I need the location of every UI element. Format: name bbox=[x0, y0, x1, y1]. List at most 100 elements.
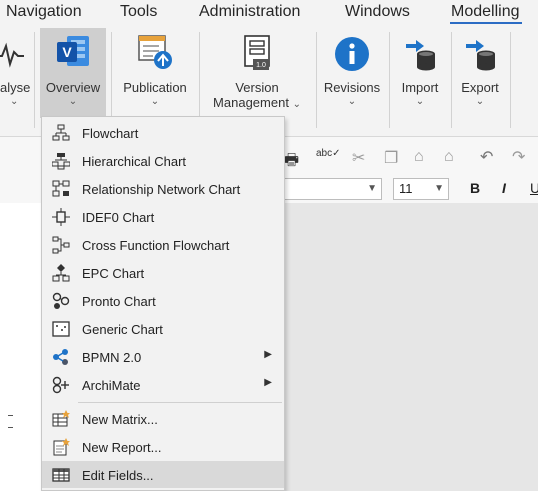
cut-icon[interactable]: ✂ bbox=[352, 148, 365, 168]
menu-tools[interactable]: Tools bbox=[120, 3, 157, 21]
italic-button[interactable]: I bbox=[502, 180, 506, 196]
archimate-icon bbox=[52, 376, 69, 394]
chevron-down-icon: ▼ bbox=[367, 183, 377, 194]
menu-separator bbox=[78, 402, 282, 403]
menu-item-label: Cross Function Flowchart bbox=[82, 238, 230, 253]
svg-text:1.0: 1.0 bbox=[256, 62, 266, 69]
ribbon-separator bbox=[451, 32, 452, 128]
menu-item-bpmn[interactable]: BPMN 2.0 ▶ bbox=[42, 343, 284, 370]
menu-item-new-matrix[interactable]: New Matrix... bbox=[42, 405, 284, 432]
overview-dropdown-menu: Flowchart Hierarchical Chart Relationshi… bbox=[41, 116, 285, 491]
menu-item-label: New Matrix... bbox=[82, 412, 158, 427]
revisions-label: Revisions bbox=[323, 80, 381, 95]
database-import-icon bbox=[406, 40, 435, 71]
font-size-select[interactable]: 11 ▼ bbox=[393, 178, 449, 200]
revisions-button[interactable]: Revisions ⌄ bbox=[320, 26, 384, 134]
chevron-down-icon: ⌄ bbox=[415, 96, 425, 107]
ribbon-separator bbox=[199, 32, 200, 128]
redo-icon[interactable]: ↷ bbox=[512, 147, 525, 167]
ribbon-separator bbox=[316, 32, 317, 128]
menu-item-label: BPMN 2.0 bbox=[82, 350, 142, 365]
menu-item-idef0-chart[interactable]: IDEF0 Chart bbox=[42, 203, 284, 230]
submenu-arrow-icon: ▶ bbox=[264, 377, 272, 388]
analyse-button[interactable]: alyse ⌄ bbox=[0, 26, 30, 134]
network-icon bbox=[52, 180, 70, 197]
ribbon-separator bbox=[34, 32, 35, 128]
version-label-line2: Management bbox=[213, 95, 289, 110]
menu-item-label: IDEF0 Chart bbox=[82, 210, 155, 225]
generic-chart-icon bbox=[52, 321, 70, 337]
menu-item-archimate[interactable]: ArchiMate ▶ bbox=[42, 371, 284, 398]
font-size-value: 11 bbox=[399, 181, 413, 196]
hierarchy-icon bbox=[52, 153, 70, 170]
matrix-icon bbox=[52, 410, 70, 427]
bold-button[interactable]: B bbox=[470, 180, 480, 196]
flowchart-icon bbox=[52, 124, 70, 141]
menu-item-label: EPC Chart bbox=[82, 266, 145, 281]
menu-item-label: Relationship Network Chart bbox=[82, 182, 241, 197]
chevron-down-icon: ⌄ bbox=[475, 96, 485, 107]
menu-item-generic-chart[interactable]: Generic Chart bbox=[42, 315, 284, 342]
paste-special-icon[interactable]: ⌂ bbox=[444, 148, 454, 166]
chevron-down-icon: ⌄ bbox=[10, 96, 19, 107]
menu-item-label: New Report... bbox=[82, 440, 162, 455]
table-icon bbox=[52, 468, 70, 482]
menu-item-label: Generic Chart bbox=[82, 322, 163, 337]
pronto-icon bbox=[52, 292, 70, 309]
svg-text:V: V bbox=[62, 44, 72, 60]
menu-item-new-report[interactable]: New Report... bbox=[42, 433, 284, 460]
report-icon bbox=[53, 438, 70, 456]
menu-modelling[interactable]: Modelling bbox=[451, 3, 519, 21]
chevron-down-icon: ▼ bbox=[434, 183, 444, 194]
menu-item-epc-chart[interactable]: EPC Chart bbox=[42, 259, 284, 286]
menu-item-pronto-chart[interactable]: Pronto Chart bbox=[42, 287, 284, 314]
font-family-select[interactable]: ▼ bbox=[283, 178, 382, 200]
menu-windows[interactable]: Windows bbox=[345, 3, 410, 21]
menu-item-flowchart[interactable]: Flowchart bbox=[42, 119, 284, 146]
paste-icon[interactable]: ⌂ bbox=[414, 148, 424, 166]
menu-item-label: Edit Fields... bbox=[82, 468, 154, 483]
ribbon-separator bbox=[510, 32, 511, 128]
menu-item-label: Hierarchical Chart bbox=[82, 154, 187, 169]
overview-label: Overview bbox=[45, 80, 101, 95]
export-button[interactable]: Export ⌄ bbox=[455, 26, 505, 134]
version-icon: 1.0 bbox=[244, 35, 270, 70]
print-icon[interactable]: 🖶 bbox=[284, 149, 299, 176]
chevron-down-icon: ⌄ bbox=[347, 96, 357, 107]
copy-icon[interactable]: ❐ bbox=[384, 148, 398, 168]
menu-administration[interactable]: Administration bbox=[199, 3, 300, 21]
export-label: Export bbox=[461, 80, 499, 95]
import-button[interactable]: Import ⌄ bbox=[393, 26, 447, 134]
chevron-down-icon: ⌄ bbox=[68, 96, 78, 107]
ribbon-separator bbox=[389, 32, 390, 128]
submenu-arrow-icon: ▶ bbox=[264, 349, 272, 360]
menu-item-cross-function-flowchart[interactable]: Cross Function Flowchart bbox=[42, 231, 284, 258]
menu-item-label: Flowchart bbox=[82, 126, 139, 141]
cross-function-icon bbox=[52, 236, 70, 254]
publication-icon bbox=[138, 35, 172, 69]
database-export-icon bbox=[466, 40, 495, 71]
idef0-icon bbox=[52, 208, 70, 226]
epc-icon bbox=[52, 264, 70, 282]
active-tab-indicator bbox=[450, 22, 522, 24]
analyse-label: alyse bbox=[0, 80, 31, 95]
version-label-line1: Version bbox=[235, 80, 279, 95]
spellcheck-icon[interactable]: abc✓ bbox=[316, 148, 341, 159]
ribbon-separator bbox=[111, 32, 112, 128]
tree-line bbox=[8, 427, 13, 428]
menu-item-hierarchical-chart[interactable]: Hierarchical Chart bbox=[42, 147, 284, 174]
menu-item-label: Pronto Chart bbox=[82, 294, 156, 309]
menu-item-relationship-network-chart[interactable]: Relationship Network Chart bbox=[42, 175, 284, 202]
visio-icon: V bbox=[57, 36, 89, 66]
pulse-icon bbox=[0, 42, 24, 68]
underline-button[interactable]: U bbox=[530, 180, 538, 196]
bpmn-icon bbox=[53, 349, 68, 365]
chevron-down-icon: ⌄ bbox=[292, 99, 301, 110]
import-label: Import bbox=[401, 80, 439, 95]
menu-item-edit-fields[interactable]: Edit Fields... bbox=[42, 461, 284, 488]
menu-bar: Navigation Tools Administration Windows … bbox=[0, 0, 538, 26]
menu-navigation[interactable]: Navigation bbox=[6, 3, 82, 21]
undo-icon[interactable]: ↶ bbox=[480, 147, 493, 167]
info-icon bbox=[335, 37, 369, 71]
canvas-area bbox=[283, 203, 538, 491]
